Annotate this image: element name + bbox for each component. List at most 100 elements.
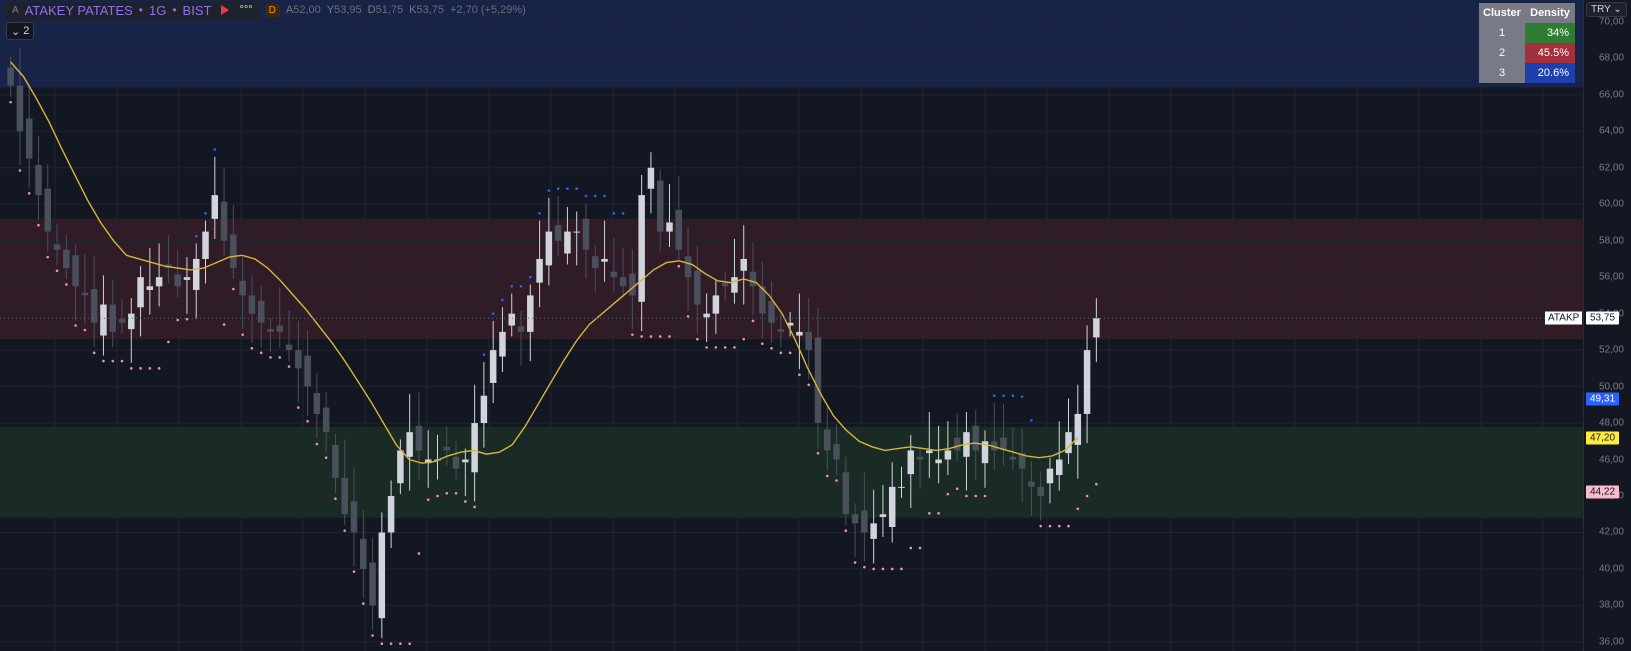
candle-body (805, 331, 812, 351)
stop-dot (55, 269, 59, 273)
stop-dot (1048, 524, 1052, 528)
flag-icon[interactable] (221, 5, 230, 15)
candle-body (749, 271, 757, 287)
interval-label[interactable]: 1G (149, 3, 166, 18)
stop-dot (779, 351, 783, 355)
stop-dot (983, 494, 987, 498)
stop-dot (844, 529, 848, 532)
candle-body (489, 350, 497, 383)
stop-dot (649, 335, 653, 338)
candle-body (554, 225, 562, 241)
stop-dot (315, 442, 319, 446)
candle-body (842, 472, 850, 515)
stop-dot (733, 346, 736, 349)
stop-dot (74, 324, 77, 327)
chart-area[interactable]: A ATAKEY PATATES • 1G • BIST °°° D A52,0… (0, 0, 1583, 651)
candle-body (527, 295, 534, 332)
chart-header: A ATAKEY PATATES • 1G • BIST °°° D A52,0… (6, 1, 526, 19)
stop-dot (612, 212, 616, 215)
candle-body (1083, 350, 1091, 414)
candle-body (564, 231, 571, 254)
cluster-id: 1 (1479, 23, 1525, 43)
candle-body (898, 486, 905, 488)
candle-body (276, 325, 283, 332)
price-tick-label: 68,00 (1598, 52, 1624, 64)
candle-body (731, 277, 738, 293)
stop-dot (918, 546, 922, 550)
stop-dot (529, 275, 532, 279)
candle-body (16, 85, 24, 132)
stop-dot (324, 456, 328, 460)
candle-body (638, 195, 645, 302)
stop-dot (241, 333, 244, 336)
candle-body (183, 277, 191, 280)
legend-toggle-button[interactable]: ⌄ 2 (6, 22, 35, 40)
stop-dot (825, 474, 829, 478)
candle-body (861, 510, 868, 533)
stop-dot (835, 479, 838, 482)
stop-dot (1011, 394, 1015, 398)
candle-body (360, 538, 367, 569)
price-chart[interactable] (0, 0, 1583, 651)
stop-dot (547, 189, 551, 192)
stop-dot (788, 351, 792, 355)
candle-body (675, 209, 683, 250)
cluster-density: 45.5% (1525, 43, 1575, 63)
ema-price-tag: 47,20 (1586, 431, 1620, 445)
candle-body (953, 437, 961, 451)
candle-body (666, 222, 673, 232)
stop-dot (955, 487, 959, 491)
candle-body (592, 256, 599, 269)
data-badge[interactable]: D (264, 3, 280, 17)
candle-body (870, 523, 877, 539)
candle-body (619, 277, 627, 287)
candle-body (1009, 456, 1017, 460)
cluster-density: 20.6% (1525, 63, 1575, 83)
stop-dot (18, 169, 22, 172)
cluster-2-zone (0, 218, 1583, 340)
candle-body (907, 450, 915, 475)
candle-body (684, 256, 692, 278)
candle-body (174, 274, 181, 287)
candle-body (341, 477, 348, 515)
stop-dot (167, 340, 170, 344)
candle-body (415, 425, 423, 451)
stop-dot (928, 512, 931, 515)
ohlc-values: A52,00 Y53,95 D51,75 K53,75 +2,70 (+5,29… (286, 4, 526, 16)
stop-dot (863, 565, 866, 569)
stop-dot (102, 359, 105, 363)
candle-body (1037, 486, 1044, 496)
more-icon[interactable]: °°° (239, 4, 252, 16)
price-axis[interactable]: 70,00 68,00 66,00 64,00 62,00 60,00 58,00 56,00… (1583, 0, 1631, 651)
stop-dot (157, 367, 161, 370)
candle-body (536, 258, 543, 283)
candle-body (768, 300, 775, 323)
stop-dot (445, 491, 449, 495)
candle-body (814, 337, 822, 424)
stop-dot (668, 335, 671, 338)
candle-body (833, 444, 840, 460)
stop-dot (760, 342, 764, 346)
symbol-badge[interactable]: A ATAKEY PATATES • 1G • BIST °°° (6, 1, 259, 19)
candle-body (25, 118, 33, 159)
stop-dot (278, 356, 282, 359)
stop-dot (965, 494, 968, 498)
candle-body (1028, 481, 1035, 487)
stop-dot (1030, 419, 1033, 422)
candle-body (471, 423, 478, 473)
price-tick-label: 50,00 (1598, 381, 1624, 393)
candle-body (582, 218, 590, 250)
stop-dot (974, 494, 978, 498)
stop-dot (473, 505, 476, 509)
currency-selector[interactable]: TRY ⌄ (1586, 2, 1627, 17)
stop-dot (120, 359, 124, 363)
stop-dot (593, 194, 597, 198)
candle-body (7, 67, 14, 86)
price-tick-label: 40,00 (1598, 563, 1624, 575)
symbol-name[interactable]: ATAKEY PATATES (25, 3, 133, 18)
price-tick-label: 48,00 (1598, 417, 1624, 429)
stop-dot (621, 212, 625, 215)
stop-dot (1020, 395, 1024, 398)
candle-body (118, 319, 126, 323)
price-tick-label: 46,00 (1598, 454, 1624, 466)
